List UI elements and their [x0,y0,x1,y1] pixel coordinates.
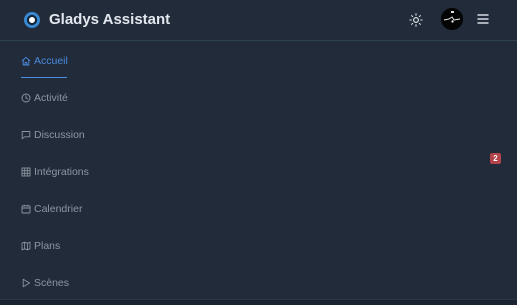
nav-item-label: Activité [34,92,68,104]
notification-badge[interactable]: 2 [490,153,501,164]
hamburger-menu-icon[interactable] [476,12,490,26]
map-icon [21,241,31,251]
nav-item-label: Accueil [34,55,68,67]
nav-item-integrations[interactable]: Intégrations [21,163,89,181]
nav-item-label: Intégrations [34,166,89,178]
play-icon [22,278,31,288]
app-title: Gladys Assistant [49,11,171,28]
nav-item-label: Plans [34,240,61,252]
nav-item-label: Discussion [34,129,85,141]
avatar[interactable] [441,8,463,30]
active-tab-indicator [21,77,67,78]
top-header: Gladys Assistant [0,0,517,41]
gladys-logo-icon[interactable] [23,11,41,29]
grid-icon [21,167,31,177]
chat-bubble-icon [21,131,31,140]
calendar-icon [21,204,31,214]
sun-icon[interactable] [408,12,424,28]
nav-item-label: Scènes [34,277,70,289]
avatar-image [441,8,463,30]
nav-item-discussion[interactable]: Discussion [21,126,85,144]
nav-item-scenes[interactable]: Scènes [21,274,69,292]
nav-item-plans[interactable]: Plans [21,237,60,255]
nav-item-label: Calendrier [34,203,83,215]
home-icon [21,56,31,66]
nav-item-accueil[interactable]: Accueil [21,52,68,70]
clock-icon [21,93,31,103]
nav-item-activite[interactable]: Activité [21,89,68,107]
nav-item-calendrier[interactable]: Calendrier [21,200,82,218]
bottom-divider [0,299,517,305]
